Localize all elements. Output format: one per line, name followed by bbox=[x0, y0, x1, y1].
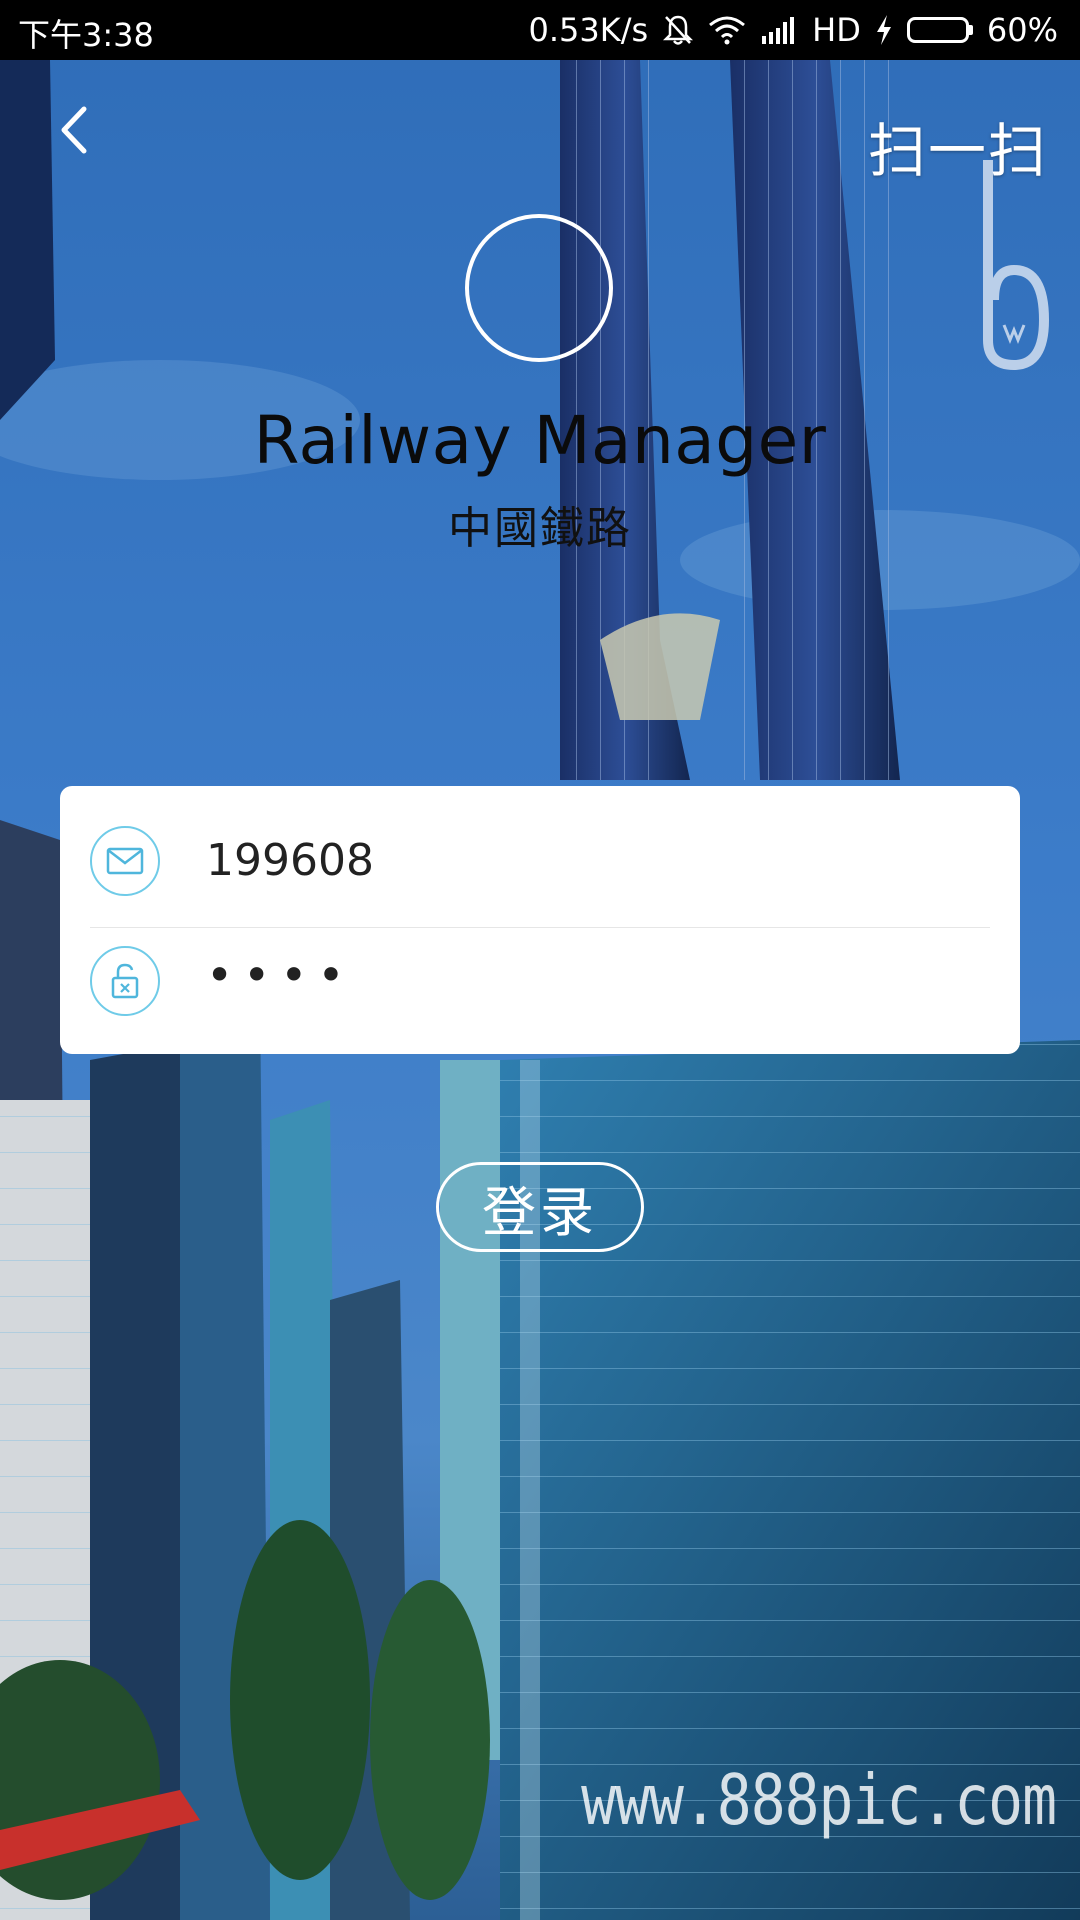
net-speed: 0.53K/s bbox=[528, 11, 649, 49]
login-form: •••• bbox=[60, 786, 1020, 1054]
username-row bbox=[60, 786, 1020, 920]
brand-logo-icon bbox=[983, 160, 1050, 370]
status-icons: 0.53K/s HD 60% bbox=[528, 0, 1058, 60]
password-row: •••• bbox=[60, 920, 1020, 1054]
signal-icon bbox=[760, 16, 798, 44]
back-button[interactable] bbox=[44, 100, 104, 160]
status-bar: 下午3:38 0.53K/s HD 60% bbox=[0, 0, 1080, 60]
password-input[interactable]: •••• bbox=[206, 948, 986, 1008]
login-button[interactable]: 登录 bbox=[436, 1162, 644, 1252]
app-subtitle: 中國鐵路 bbox=[448, 503, 632, 554]
username-input[interactable] bbox=[206, 830, 986, 890]
wifi-icon bbox=[708, 15, 746, 45]
avatar[interactable] bbox=[465, 214, 613, 362]
mail-icon bbox=[90, 826, 160, 896]
status-time: 下午3:38 bbox=[18, 16, 154, 54]
mute-bell-icon bbox=[662, 13, 694, 47]
network-type: HD bbox=[812, 11, 861, 49]
chevron-left-icon bbox=[61, 106, 87, 154]
charging-bolt-icon bbox=[875, 15, 893, 45]
unlock-icon bbox=[90, 946, 160, 1016]
app-title: Railway Manager bbox=[253, 402, 827, 479]
battery-percent: 60% bbox=[986, 11, 1058, 49]
watermark-text: www.888pic.com bbox=[581, 1759, 1057, 1841]
battery-icon bbox=[906, 17, 973, 43]
